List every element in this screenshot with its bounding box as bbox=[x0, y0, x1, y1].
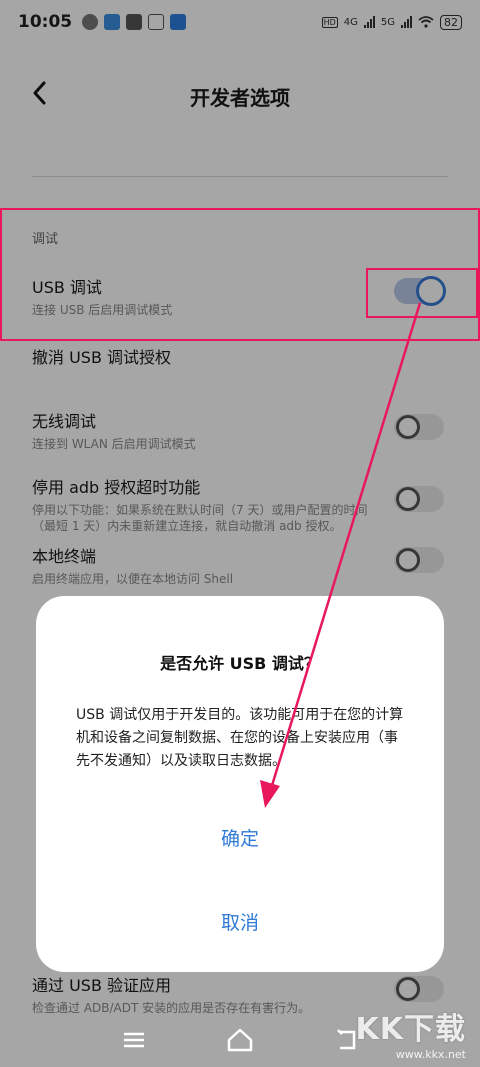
menu-icon[interactable] bbox=[120, 1026, 148, 1054]
watermark-brand: KK下载 bbox=[355, 1012, 466, 1047]
home-icon[interactable] bbox=[226, 1026, 254, 1054]
annotation-arrow-icon bbox=[260, 302, 422, 808]
watermark: KK下载 www.kkx.net bbox=[356, 1004, 467, 1061]
watermark-url: www.kkx.net bbox=[395, 1048, 466, 1061]
